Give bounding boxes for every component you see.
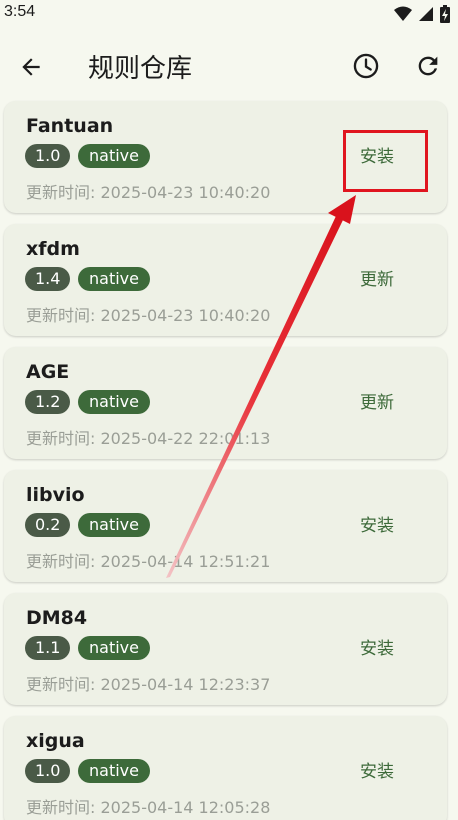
page-title: 规则仓库 — [88, 54, 193, 84]
update-button[interactable]: 更新 — [342, 381, 412, 425]
update-time: 更新时间: 2025-04-14 12:23:37 — [26, 675, 271, 694]
version-chip: 1.1 — [25, 636, 71, 660]
update-time: 更新时间: 2025-04-14 12:51:21 — [26, 552, 271, 571]
arrow-back-icon — [22, 58, 40, 76]
status-time: 3:54 — [4, 3, 36, 20]
status-icons — [394, 5, 450, 27]
version-chip: 1.2 — [25, 390, 71, 414]
repo-name: xfdm — [26, 238, 80, 260]
repo-name: AGE — [26, 361, 70, 383]
history-button[interactable] — [350, 50, 382, 82]
repo-card[interactable]: xfdm 1.4 native 更新时间: 2025-04-23 10:40:2… — [4, 224, 447, 336]
clock-icon — [353, 53, 379, 79]
version-chip: 1.0 — [25, 144, 71, 168]
signal-icon — [418, 6, 434, 26]
install-button[interactable]: 安装 — [342, 627, 412, 671]
update-time: 更新时间: 2025-04-23 10:40:20 — [26, 306, 271, 325]
repo-name: libvio — [26, 484, 85, 506]
version-chip: 1.0 — [25, 759, 71, 783]
repo-name: xigua — [26, 730, 85, 752]
repo-card[interactable]: AGE 1.2 native 更新时间: 2025-04-22 22:01:13… — [4, 347, 447, 459]
annotation-highlight-box — [343, 130, 428, 192]
refresh-icon — [418, 56, 438, 76]
type-chip: native — [78, 636, 150, 660]
type-chip: native — [78, 267, 150, 291]
back-button[interactable] — [14, 50, 48, 84]
refresh-button[interactable] — [412, 50, 444, 82]
type-chip: native — [78, 759, 150, 783]
wifi-icon — [394, 6, 412, 26]
update-time: 更新时间: 2025-04-22 22:01:13 — [26, 429, 271, 448]
battery-charging-icon — [440, 5, 450, 27]
install-button[interactable]: 安装 — [342, 750, 412, 794]
repo-card[interactable]: xigua 1.0 native 更新时间: 2025-04-14 12:05:… — [4, 716, 447, 820]
type-chip: native — [78, 144, 150, 168]
status-bar: 3:54 — [0, 0, 458, 28]
type-chip: native — [78, 390, 150, 414]
repo-name: DM84 — [26, 607, 88, 629]
type-chip: native — [78, 513, 150, 537]
repo-card[interactable]: libvio 0.2 native 更新时间: 2025-04-14 12:51… — [4, 470, 447, 582]
repo-card[interactable]: DM84 1.1 native 更新时间: 2025-04-14 12:23:3… — [4, 593, 447, 705]
update-time: 更新时间: 2025-04-14 12:05:28 — [26, 798, 271, 817]
update-time: 更新时间: 2025-04-23 10:40:20 — [26, 183, 271, 202]
version-chip: 0.2 — [25, 513, 71, 537]
version-chip: 1.4 — [25, 267, 71, 291]
install-button[interactable]: 安装 — [342, 504, 412, 548]
repo-name: Fantuan — [26, 115, 114, 137]
app-bar: 规则仓库 — [0, 34, 458, 98]
update-button[interactable]: 更新 — [342, 258, 412, 302]
